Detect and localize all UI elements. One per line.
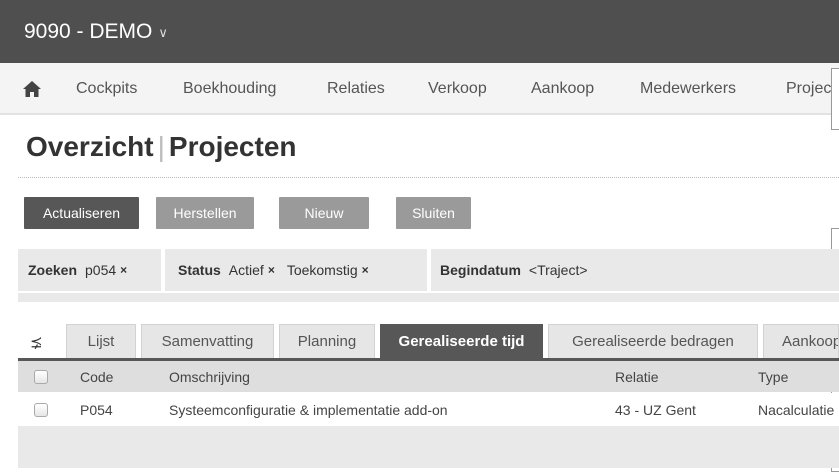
- table-footer: [18, 426, 839, 468]
- herstellen-button[interactable]: Herstellen: [156, 197, 254, 229]
- divider: [18, 177, 839, 178]
- row-checkbox[interactable]: [34, 402, 48, 417]
- filter-divider: [161, 249, 165, 291]
- actualiseren-button[interactable]: Actualiseren: [24, 197, 139, 229]
- nav-item-aankoop[interactable]: Aankoop: [531, 80, 594, 98]
- remove-filter-icon[interactable]: ×: [268, 263, 275, 277]
- title-separator: |: [157, 131, 165, 162]
- nav-item-cockpits[interactable]: Cockpits: [76, 80, 137, 98]
- filter-status[interactable]: Status Actief × Toekomstig ×: [178, 249, 377, 291]
- filter-divider: [427, 249, 431, 291]
- cell-omschrijving: Systeemconfiguratie & implementatie add-…: [169, 401, 448, 418]
- column-header-relatie[interactable]: Relatie: [615, 361, 659, 392]
- pin-icon[interactable]: ⪱: [30, 333, 43, 351]
- cell-type: Nacalculatie: [758, 401, 835, 418]
- cell-code: P054: [80, 401, 113, 418]
- filter-bar-strip: [18, 293, 839, 302]
- nav-item-medewerkers[interactable]: Medewerkers: [640, 80, 736, 98]
- tab-lijst[interactable]: Lijst: [66, 324, 136, 358]
- filter-bar: Zoeken p054 × Status Actief × Toekomstig…: [18, 249, 839, 291]
- tab-planning[interactable]: Planning: [279, 324, 375, 358]
- select-all-cell: [18, 361, 68, 392]
- nieuw-button[interactable]: Nieuw: [279, 197, 369, 229]
- page-title: Overzicht | Projecten: [26, 131, 297, 163]
- scrollbar-fragment[interactable]: [831, 68, 839, 130]
- column-header-code[interactable]: Code: [80, 361, 113, 392]
- tab-samenvatting[interactable]: Samenvatting: [141, 324, 274, 358]
- company-selector[interactable]: 9090 - DEMO ∨: [24, 20, 168, 44]
- nav-item-relaties[interactable]: Relaties: [327, 80, 385, 98]
- remove-filter-icon[interactable]: ×: [120, 263, 127, 277]
- filter-label: Status: [178, 262, 221, 278]
- page-title-overview: Overzicht: [26, 131, 154, 162]
- cell-relatie: 43 - UZ Gent: [615, 401, 696, 418]
- tab-gerealiseerde-tijd[interactable]: Gerealiseerde tijd: [380, 324, 543, 358]
- filter-label: Zoeken: [28, 262, 78, 278]
- tab-gerealiseerde-bedragen[interactable]: Gerealiseerde bedragen: [548, 324, 758, 358]
- main-nav: Cockpits Boekhouding Relaties Verkoop Aa…: [0, 63, 839, 115]
- sluiten-button[interactable]: Sluiten: [396, 197, 471, 229]
- company-name: 9090 - DEMO: [24, 20, 153, 43]
- table-row[interactable]: P054 Systeemconfiguratie & implementatie…: [18, 393, 839, 426]
- row-select-cell: [18, 393, 68, 426]
- chevron-down-icon: ∨: [158, 25, 168, 40]
- top-bar: 9090 - DEMO ∨: [0, 0, 839, 63]
- tab-aankoop[interactable]: Aankoop: [763, 324, 839, 358]
- table-header: Code Omschrijving Relatie Type: [18, 361, 839, 392]
- home-icon[interactable]: [22, 79, 42, 99]
- column-header-type[interactable]: Type: [758, 361, 788, 392]
- select-all-checkbox[interactable]: [34, 369, 48, 384]
- remove-filter-icon[interactable]: ×: [362, 263, 369, 277]
- filter-begindatum[interactable]: Begindatum <Traject>: [440, 249, 588, 291]
- filter-value: <Traject>: [528, 262, 588, 278]
- filter-value: Toekomstig: [286, 262, 358, 278]
- filter-value: p054: [85, 262, 117, 278]
- column-header-omschrijving[interactable]: Omschrijving: [169, 361, 250, 392]
- nav-item-boekhouding[interactable]: Boekhouding: [183, 80, 276, 98]
- filter-zoeken[interactable]: Zoeken p054 ×: [28, 249, 135, 291]
- filter-value: Actief: [228, 262, 264, 278]
- page-title-section: Projecten: [168, 131, 297, 162]
- nav-item-verkoop[interactable]: Verkoop: [428, 80, 487, 98]
- filter-label: Begindatum: [440, 262, 521, 278]
